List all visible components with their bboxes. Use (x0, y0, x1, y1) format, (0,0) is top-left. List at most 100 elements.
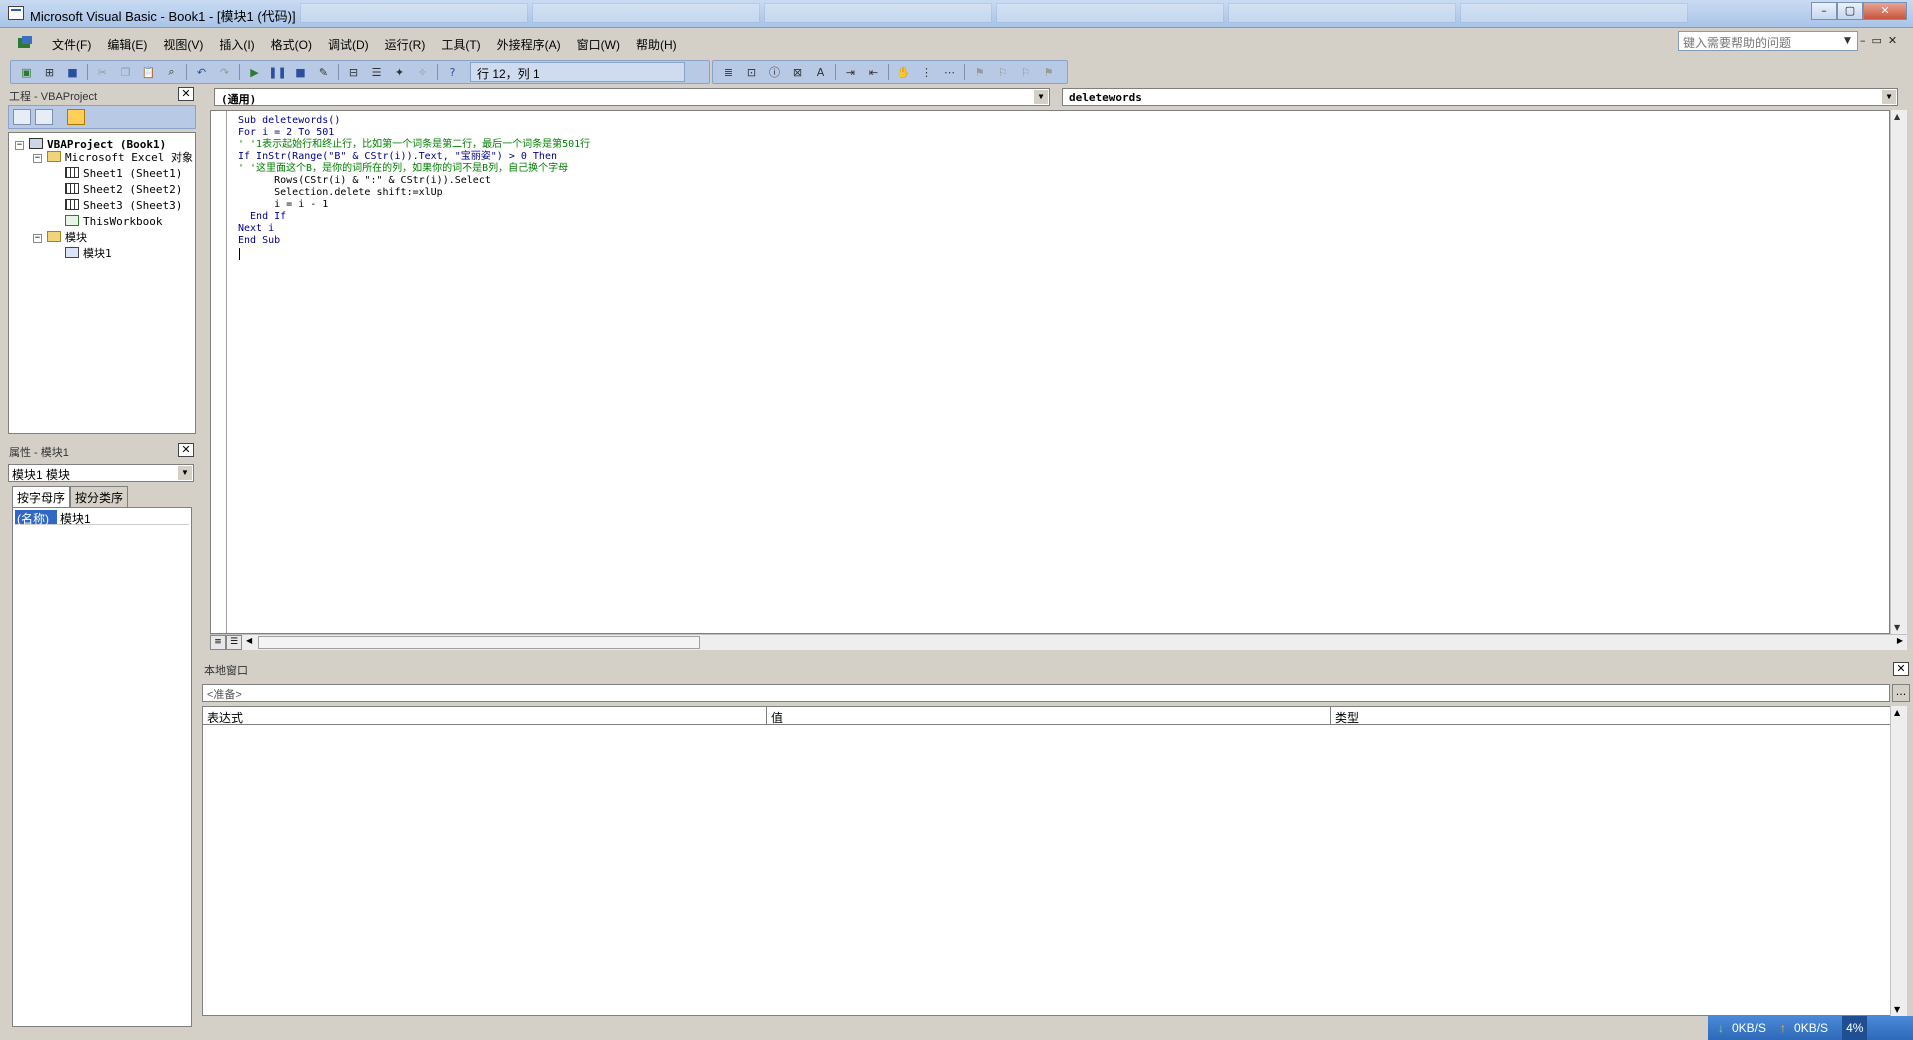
save-icon[interactable]: ■ (63, 63, 82, 81)
menu-item[interactable]: 外接程序(A) (489, 36, 569, 53)
help-search-input[interactable]: 键入需要帮助的问题 (1678, 31, 1858, 51)
chevron-down-icon[interactable]: ▼ (1034, 90, 1048, 104)
menu-item[interactable]: 视图(V) (155, 36, 211, 53)
outdent-icon[interactable]: ⇤ (864, 63, 883, 81)
scroll-down-icon[interactable]: ▼ (1894, 1005, 1900, 1014)
full-module-view-icon[interactable]: ☰ (226, 635, 242, 650)
scroll-right-icon[interactable]: ▶ (1897, 636, 1903, 645)
menu-item[interactable]: 插入(I) (211, 36, 262, 53)
chevron-down-icon[interactable]: ▼ (178, 466, 192, 480)
mdi-minimize-button[interactable]: – (1860, 34, 1866, 47)
scroll-down-icon[interactable]: ▼ (1894, 623, 1900, 632)
toggle-folders-button[interactable] (67, 109, 85, 125)
toggle-bookmark-icon[interactable]: ⚑ (970, 63, 989, 81)
code-line[interactable]: Selection.delete shift:=xlUp (238, 187, 590, 199)
menu-item[interactable]: 编辑(E) (99, 36, 155, 53)
code-editor[interactable]: Sub deletewords() For i = 2 To 501 ' '1表示起… (210, 110, 1890, 634)
code-line[interactable]: End If (238, 211, 590, 223)
code-line[interactable]: i = i - 1 (238, 199, 590, 211)
close-icon[interactable]: ✕ (178, 87, 194, 101)
call-stack-button[interactable]: ... (1892, 684, 1910, 702)
cut-icon[interactable]: ✂ (93, 63, 112, 81)
tree-node-excel-objects[interactable]: Microsoft Excel 对象 (47, 150, 193, 166)
property-value[interactable]: 模块1 (57, 510, 91, 526)
project-explorer-icon[interactable]: ⊟ (344, 63, 363, 81)
tree-node-sheet2[interactable]: Sheet2 (Sheet2) (65, 182, 182, 198)
indent-icon[interactable]: ⇥ (841, 63, 860, 81)
undo-icon[interactable]: ↶ (192, 63, 211, 81)
scroll-left-icon[interactable]: ◀ (246, 636, 252, 645)
code-line[interactable]: Sub deletewords() (238, 115, 590, 127)
procedure-view-icon[interactable]: ≡ (210, 635, 226, 650)
mdi-restore-button[interactable]: ▭ (1872, 34, 1882, 47)
tab-categorized[interactable]: 按分类序 (70, 486, 129, 508)
view-code-button[interactable] (13, 109, 31, 125)
minimize-button[interactable]: – (1811, 2, 1837, 20)
parameter-info-icon[interactable]: ⊠ (788, 63, 807, 81)
insert-module-icon[interactable]: ⊞ (40, 63, 59, 81)
code-line[interactable]: End Sub (238, 235, 590, 247)
scroll-up-icon[interactable]: ▲ (1894, 708, 1900, 717)
collapse-icon[interactable]: − (33, 154, 42, 163)
code-line[interactable]: ' '1表示起始行和终止行，比如第一个词条是第二行，最后一个词条是第501行 (238, 139, 590, 151)
column-header-value[interactable]: 值 (767, 707, 1331, 725)
break-icon[interactable]: ❚❚ (268, 63, 287, 81)
column-header-type[interactable]: 类型 (1331, 707, 1906, 725)
chevron-down-icon[interactable]: ▼ (1882, 90, 1896, 104)
list-properties-icon[interactable]: ≣ (719, 63, 738, 81)
scroll-thumb[interactable] (258, 636, 700, 649)
menu-item[interactable]: 工具(T) (433, 36, 488, 53)
code-line[interactable]: For i = 2 To 501 (238, 127, 590, 139)
close-icon[interactable]: ✕ (178, 443, 194, 457)
menu-item[interactable]: 帮助(H) (628, 36, 685, 53)
tree-node-module1[interactable]: 模块1 (65, 246, 112, 262)
tree-node-modules[interactable]: 模块 (47, 230, 87, 246)
code-line[interactable]: If InStr(Range("B" & CStr(i)).Text, "宝丽姿… (238, 151, 590, 163)
code-line[interactable]: Rows(CStr(i) & ":" & CStr(i)).Select (238, 175, 590, 187)
tree-node-thisworkbook[interactable]: ThisWorkbook (65, 214, 162, 230)
menu-item[interactable]: 窗口(W) (569, 36, 628, 53)
collapse-icon[interactable]: − (33, 234, 42, 243)
toggle-breakpoint-icon[interactable]: ✋ (894, 63, 913, 81)
code-line[interactable]: Next i (238, 223, 590, 235)
mdi-close-button[interactable]: ✕ (1888, 34, 1897, 47)
collapse-icon[interactable]: − (15, 141, 24, 150)
menu-item[interactable]: 格式(O) (263, 36, 320, 53)
redo-icon[interactable]: ↷ (215, 63, 234, 81)
code-line[interactable]: ' '这里面这个B，是你的词所在的列，如果你的词不是B列，自己换个字母 (238, 163, 590, 175)
property-row[interactable]: (名称) 模块1 (15, 510, 189, 526)
design-mode-icon[interactable]: ✎ (314, 63, 333, 81)
comment-block-icon[interactable]: ⋮ (917, 63, 936, 81)
code-text[interactable]: Sub deletewords() For i = 2 To 501 ' '1表示起… (238, 115, 590, 247)
find-icon[interactable]: ⌕ (162, 63, 181, 81)
menu-item[interactable]: 文件(F) (44, 36, 99, 53)
close-button[interactable]: ✕ (1863, 2, 1907, 20)
close-icon[interactable]: ✕ (1893, 662, 1909, 676)
copy-icon[interactable]: ❐ (116, 63, 135, 81)
column-header-expression[interactable]: 表达式 (203, 707, 767, 725)
code-horizontal-scrollbar[interactable]: ≡ ☰ ◀ ▶ (210, 634, 1907, 650)
menu-item[interactable]: 运行(R) (377, 36, 434, 53)
complete-word-icon[interactable]: A (811, 63, 830, 81)
code-margin-indicator-bar[interactable] (211, 111, 227, 633)
reset-icon[interactable]: ■ (291, 63, 310, 81)
quick-info-icon[interactable]: ⓘ (765, 63, 784, 81)
chevron-down-icon[interactable]: ▼ (1844, 36, 1851, 46)
list-constants-icon[interactable]: ⊡ (742, 63, 761, 81)
procedure-combo[interactable]: deletewords ▼ (1062, 88, 1898, 106)
tree-node-sheet3[interactable]: Sheet3 (Sheet3) (65, 198, 182, 214)
object-combo[interactable]: (通用) ▼ (214, 88, 1050, 106)
uncomment-block-icon[interactable]: ⋯ (940, 63, 959, 81)
view-object-button[interactable] (35, 109, 53, 125)
previous-bookmark-icon[interactable]: ⚐ (1016, 63, 1035, 81)
view-excel-icon[interactable]: ▣ (17, 63, 36, 81)
locals-vertical-scrollbar[interactable]: ▲ ▼ (1890, 706, 1907, 1016)
code-vertical-scrollbar[interactable]: ▲ ▼ (1890, 110, 1907, 634)
clear-bookmarks-icon[interactable]: ⚑ (1039, 63, 1058, 81)
restore-button[interactable]: ▢ (1837, 2, 1863, 20)
next-bookmark-icon[interactable]: ⚐ (993, 63, 1012, 81)
properties-object-select[interactable]: 模块1 模块 ▼ (8, 464, 194, 482)
object-browser-icon[interactable]: ✦ (390, 63, 409, 81)
paste-icon[interactable]: 📋 (139, 63, 158, 81)
toolbox-icon[interactable]: ✧ (413, 63, 432, 81)
